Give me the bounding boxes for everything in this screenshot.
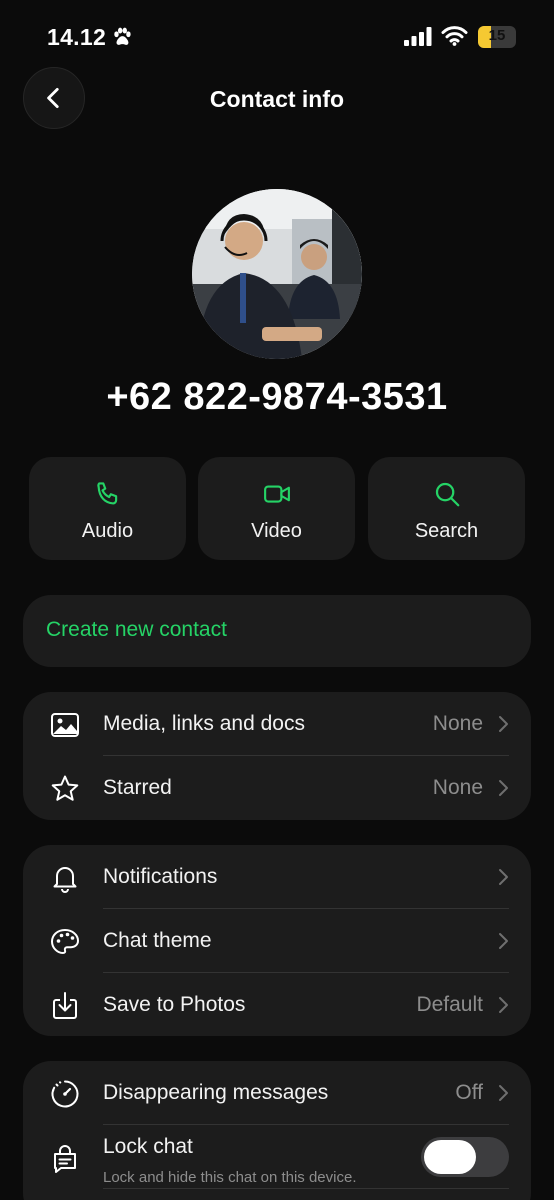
palette-icon [51, 929, 79, 954]
audio-call-button[interactable]: Audio [29, 457, 186, 560]
audio-label: Audio [81, 520, 134, 542]
starred-label: Starred [103, 776, 172, 799]
search-label: Search [414, 520, 479, 542]
toggle-knob [424, 1140, 476, 1174]
contact-avatar[interactable] [192, 189, 362, 359]
search-icon [435, 482, 459, 507]
chevron-right-icon [499, 716, 508, 732]
starred-value: None [432, 776, 483, 799]
lock-chat-label: Lock chat [103, 1135, 193, 1158]
battery-level: 15 [488, 27, 506, 44]
starred-row[interactable]: Starred None [23, 756, 531, 820]
video-icon [263, 485, 290, 503]
download-icon [53, 992, 77, 1019]
chat-theme-row[interactable]: Chat theme [23, 909, 531, 973]
create-new-contact-button[interactable]: Create new contact [23, 595, 531, 667]
paw-icon [111, 26, 133, 48]
save-to-photos-label: Save to Photos [103, 993, 246, 1016]
phone-icon [96, 482, 117, 505]
media-links-docs-row[interactable]: Media, links and docs None [23, 692, 531, 756]
page-title: Contact info [209, 86, 345, 112]
notifications-row[interactable]: Notifications [23, 845, 531, 909]
battery-icon: 15 [478, 26, 516, 48]
video-label: Video [251, 520, 302, 542]
chevron-right-icon [499, 780, 508, 796]
signal-icon [404, 27, 432, 46]
disappearing-value: Off [455, 1081, 483, 1104]
contact-phone-number: +62 822-9874-3531 [106, 376, 448, 418]
chevron-right-icon [499, 933, 508, 949]
chevron-right-icon [499, 997, 508, 1013]
lock-chat-sublabel: Lock and hide this chat on this device. [103, 1169, 357, 1186]
disappearing-messages-row[interactable]: Disappearing messages Off [23, 1061, 531, 1125]
lock-chat-icon [54, 1145, 76, 1173]
status-bar: 14.12 15 [0, 0, 554, 70]
timer-icon [51, 1080, 79, 1108]
bell-icon [53, 867, 77, 893]
media-label: Media, links and docs [103, 712, 305, 735]
lock-chat-toggle[interactable] [421, 1137, 509, 1177]
notifications-label: Notifications [103, 865, 218, 888]
create-new-contact-label: Create new contact [46, 618, 227, 641]
chevron-right-icon [499, 869, 508, 885]
media-starred-group: Media, links and docs None Starred None [23, 692, 531, 820]
wifi-icon [441, 25, 468, 46]
chat-theme-label: Chat theme [103, 929, 212, 952]
video-call-button[interactable]: Video [198, 457, 355, 560]
privacy-group: Disappearing messages Off Lock chat Lock… [23, 1061, 531, 1200]
star-icon [51, 775, 79, 801]
lock-chat-row[interactable]: Lock chat Lock and hide this chat on thi… [23, 1125, 531, 1189]
save-to-photos-value: Default [416, 993, 483, 1016]
settings-group: Notifications Chat theme Save to Photos … [23, 845, 531, 1036]
divider [103, 1188, 509, 1189]
status-time: 14.12 [47, 24, 107, 50]
search-button[interactable]: Search [368, 457, 525, 560]
disappearing-label: Disappearing messages [103, 1081, 329, 1104]
save-to-photos-row[interactable]: Save to Photos Default [23, 973, 531, 1037]
image-icon [51, 713, 79, 737]
chevron-right-icon [499, 1085, 508, 1101]
media-value: None [432, 712, 483, 735]
